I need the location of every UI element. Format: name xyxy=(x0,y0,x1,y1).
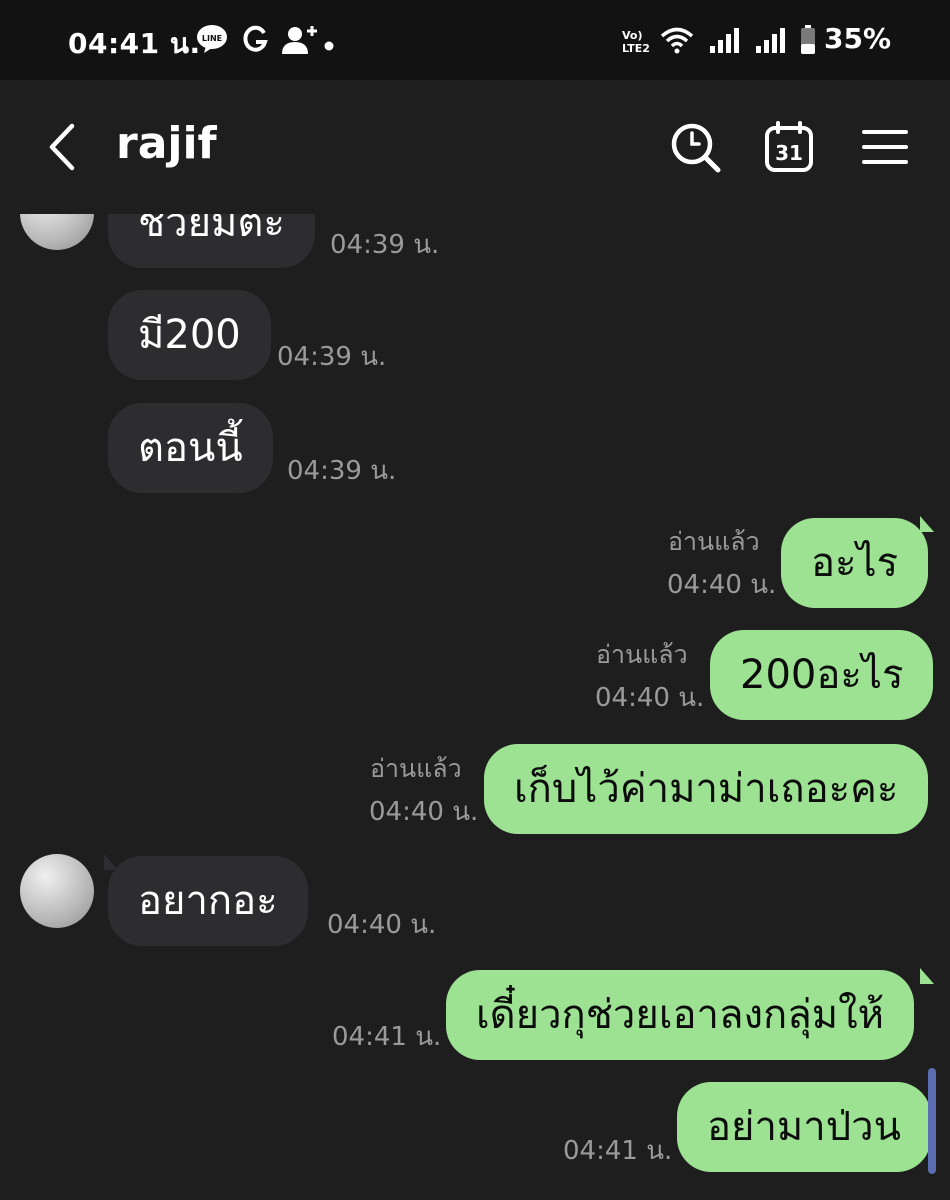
avatar[interactable] xyxy=(20,854,94,928)
status-bar: 04:41 น. LINE Vo) LTE2 35% xyxy=(0,0,950,80)
message-time: 04:41 น. xyxy=(332,1022,442,1052)
message-bubble-outgoing[interactable]: เดี๋ยวกุช่วยเอาลงกลุ่มให้ xyxy=(446,970,915,1060)
read-receipt: อ่านแล้ว xyxy=(668,527,760,556)
search-button[interactable] xyxy=(668,120,722,174)
message-text: อะไร xyxy=(811,540,899,586)
chat-header: rajif 31 xyxy=(0,80,950,214)
message-text: เก็บไว้ค่ามาม่าเถอะคะ xyxy=(514,766,899,812)
calendar-button[interactable]: 31 xyxy=(762,120,816,174)
message-time: 04:40 น. xyxy=(327,910,437,940)
message-text: มี200 xyxy=(138,312,241,358)
message-bubble-outgoing[interactable]: 200อะไร xyxy=(710,630,934,720)
line-icon: LINE xyxy=(196,24,228,58)
battery-percent: 35% xyxy=(824,22,892,55)
bubble-tail xyxy=(920,968,934,984)
message-bubble-incoming[interactable]: ตอนนี้ xyxy=(108,403,273,493)
message-time: 04:39 น. xyxy=(277,342,387,372)
scrollbar[interactable] xyxy=(928,1068,936,1174)
message-time: 04:39 น. xyxy=(330,230,440,260)
message-bubble-incoming[interactable]: อยากอะ xyxy=(108,856,308,946)
svg-text:Vo): Vo) xyxy=(622,29,643,42)
notification-dot-icon xyxy=(324,36,334,55)
message-time: 04:40 น. xyxy=(595,683,705,713)
message-list[interactable]: ช่วยมีตะ 04:39 น. มี200 04:39 น. ตอนนี้ … xyxy=(0,214,950,1200)
read-receipt: อ่านแล้ว xyxy=(596,640,688,669)
svg-text:LTE2: LTE2 xyxy=(622,42,650,54)
add-contact-icon xyxy=(282,24,322,60)
svg-text:LINE: LINE xyxy=(202,34,222,43)
back-icon xyxy=(49,123,75,171)
search-icon xyxy=(671,123,721,173)
message-time: 04:41 น. xyxy=(563,1136,673,1166)
message-bubble-incoming[interactable]: ช่วยมีตะ xyxy=(108,214,315,268)
message-text: ช่วยมีตะ xyxy=(138,214,285,246)
message-text: เดี๋ยวกุช่วยเอาลงกลุ่มให้ xyxy=(476,992,885,1038)
message-text: ตอนนี้ xyxy=(138,425,243,471)
battery-icon xyxy=(800,25,816,59)
message-time: 04:40 น. xyxy=(667,570,777,600)
back-button[interactable] xyxy=(42,120,86,174)
message-time: 04:39 น. xyxy=(287,456,397,486)
volte-icon: Vo) LTE2 xyxy=(622,28,656,58)
status-time: 04:41 น. xyxy=(68,27,201,60)
calendar-day: 31 xyxy=(775,141,803,165)
bubble-tail xyxy=(920,516,934,532)
message-time: 04:40 น. xyxy=(369,797,479,827)
wifi-icon xyxy=(660,26,694,58)
read-receipt: อ่านแล้ว xyxy=(370,754,462,783)
calendar-icon: 31 xyxy=(765,121,813,172)
chat-title: rajif xyxy=(116,118,217,169)
signal-icon xyxy=(708,26,742,58)
message-text: 200อะไร xyxy=(740,652,904,698)
message-bubble-outgoing[interactable]: อย่ามาป่วน xyxy=(677,1082,931,1172)
message-bubble-outgoing[interactable]: เก็บไว้ค่ามาม่าเถอะคะ xyxy=(484,744,929,834)
message-bubble-incoming[interactable]: มี200 xyxy=(108,290,271,380)
message-text: อยากอะ xyxy=(138,878,278,924)
menu-icon xyxy=(862,130,908,164)
message-text: อย่ามาป่วน xyxy=(707,1104,901,1150)
menu-button[interactable] xyxy=(858,120,912,174)
avatar[interactable] xyxy=(20,214,94,250)
message-bubble-outgoing[interactable]: อะไร xyxy=(781,518,929,608)
google-icon xyxy=(240,24,270,60)
signal-icon-2 xyxy=(754,26,788,58)
